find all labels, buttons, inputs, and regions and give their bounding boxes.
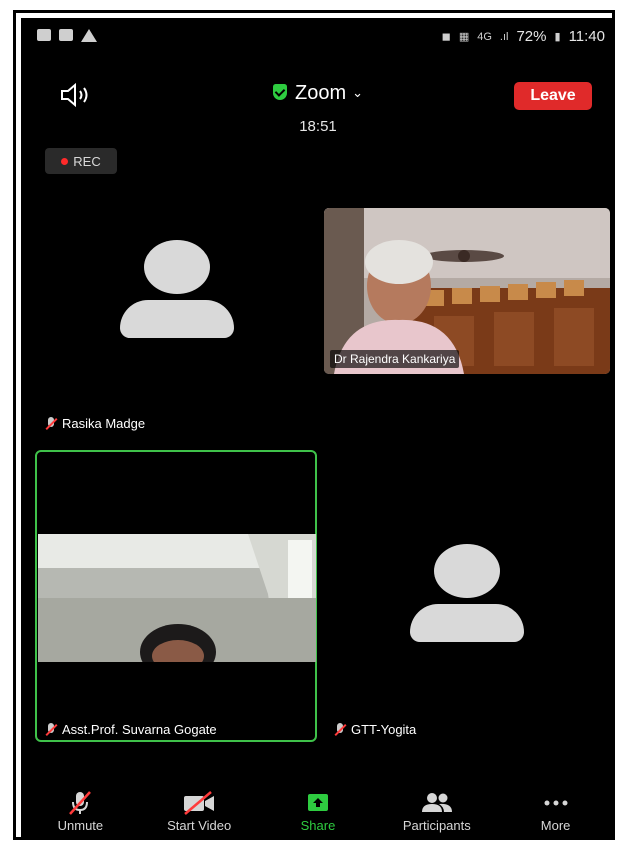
message-notification-icon bbox=[59, 29, 73, 41]
start-video-label: Start Video bbox=[167, 818, 232, 833]
chevron-down-icon: ⌄ bbox=[352, 85, 364, 100]
mic-off-icon bbox=[69, 791, 92, 815]
participants-icon bbox=[421, 793, 452, 812]
meeting-timer: 18:51 bbox=[299, 118, 337, 135]
participants-button[interactable]: Participants bbox=[377, 782, 496, 840]
more-dots-icon bbox=[544, 800, 568, 806]
participant-name: Asst.Prof. Suvarna Gogate bbox=[45, 722, 217, 737]
share-label: Share bbox=[300, 818, 336, 833]
participant-video-rajendra[interactable]: Dr Rajendra Kankariya bbox=[324, 208, 610, 374]
more-button[interactable]: More bbox=[496, 782, 615, 840]
start-video-button[interactable]: Start Video bbox=[140, 782, 259, 840]
more-label: More bbox=[540, 818, 571, 833]
app-name: Zoom bbox=[294, 82, 347, 104]
participant-tile-suvarna[interactable]: Asst.Prof. Suvarna Gogate bbox=[35, 450, 317, 742]
unmute-label: Unmute bbox=[57, 818, 104, 833]
meeting-toolbar: Unmute Start Video Share Participants Mo… bbox=[21, 782, 615, 840]
zoom-meeting-screen: ◼ ▦ 4G .ıl 72% ▮ 11:40 Zoom ⌄ 18:51 Leave… bbox=[21, 18, 615, 840]
battery-level: 72% bbox=[516, 28, 547, 45]
alarm-icon: ◼ bbox=[441, 31, 451, 43]
participants-label: Participants bbox=[402, 818, 471, 833]
unmute-button[interactable]: Unmute bbox=[21, 782, 140, 840]
participant-name: Rasika Madge bbox=[45, 416, 145, 431]
image-notification-icon bbox=[37, 29, 51, 41]
notification-icons bbox=[37, 29, 97, 42]
record-dot-icon bbox=[61, 157, 69, 165]
battery-icon: ▮ bbox=[554, 31, 561, 43]
video-feed bbox=[38, 534, 316, 662]
mic-muted-icon bbox=[45, 416, 57, 431]
video-off-icon bbox=[184, 791, 215, 815]
recording-badge: REC bbox=[45, 148, 117, 174]
recording-label: REC bbox=[73, 153, 101, 169]
participant-name: Dr Rajendra Kankariya bbox=[330, 350, 460, 368]
status-right: ◼ ▦ 4G .ıl 72% ▮ 11:40 bbox=[442, 28, 605, 45]
participant-tile-rasika[interactable]: Rasika Madge bbox=[35, 208, 321, 444]
participant-tile-yogita[interactable]: GTT-Yogita bbox=[324, 450, 610, 742]
clock: 11:40 bbox=[568, 28, 605, 45]
network-type: 4G bbox=[477, 30, 492, 43]
warning-icon bbox=[81, 29, 97, 42]
share-arrow-icon bbox=[307, 794, 328, 811]
volte-icon: ▦ bbox=[458, 31, 470, 43]
mic-muted-icon bbox=[45, 722, 57, 737]
mic-muted-icon bbox=[334, 722, 346, 737]
status-bar: ◼ ▦ 4G .ıl 72% ▮ 11:40 bbox=[21, 18, 615, 56]
share-button[interactable]: Share bbox=[259, 782, 378, 840]
leave-button[interactable]: Leave bbox=[514, 82, 592, 110]
signal-icon: .ıl bbox=[499, 30, 509, 43]
participant-name: GTT-Yogita bbox=[334, 722, 416, 737]
shield-check-icon bbox=[272, 84, 287, 100]
